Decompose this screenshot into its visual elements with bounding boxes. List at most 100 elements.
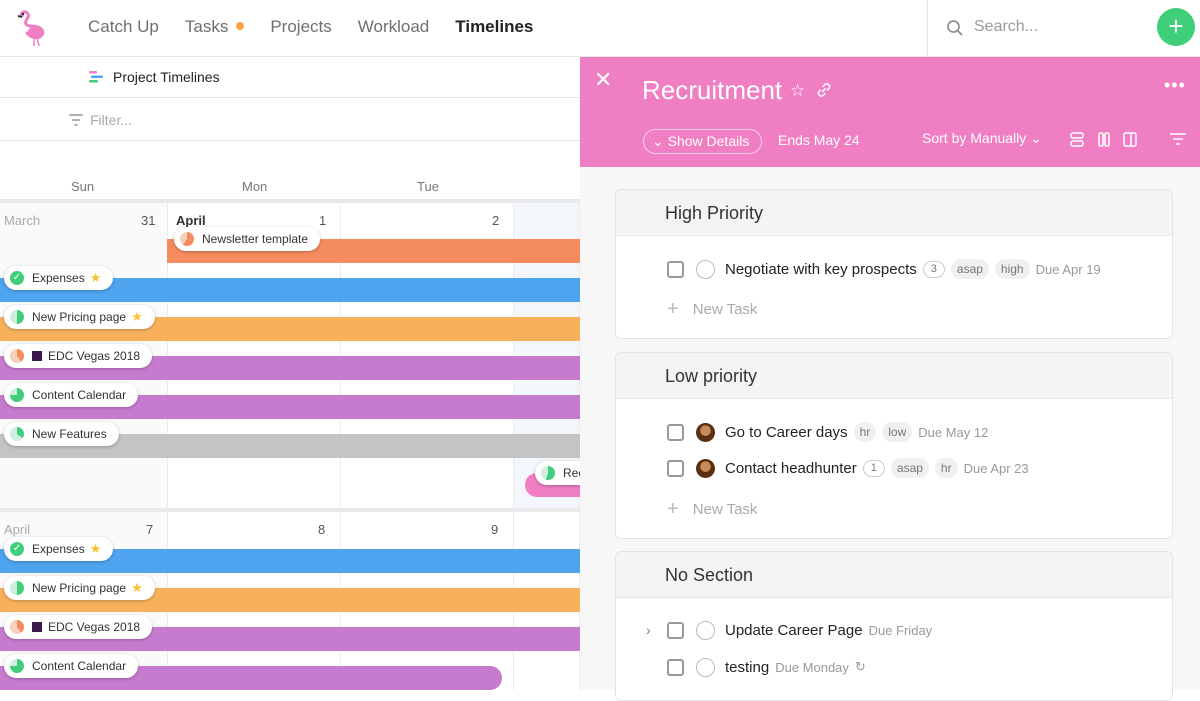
item-label: Newsletter template — [202, 232, 309, 246]
progress-icon — [180, 232, 194, 246]
due-date[interactable]: Due Monday — [775, 660, 849, 675]
view-toggle-icons[interactable] — [1070, 131, 1190, 149]
task-row[interactable]: Go to Career days hr low Due May 12 — [616, 417, 1172, 447]
due-date[interactable]: Due May 12 — [918, 425, 988, 440]
assignee-placeholder-icon[interactable] — [696, 620, 715, 640]
task-name[interactable]: testing — [725, 659, 769, 676]
link-icon[interactable] — [816, 82, 832, 98]
timeline-item-expenses[interactable]: ✓ Expenses ★ — [4, 537, 114, 561]
top-bar: Catch Up Tasks Projects Workload Timelin… — [0, 0, 1200, 57]
progress-icon — [541, 466, 555, 480]
filter-icon — [69, 114, 83, 126]
progress-icon — [10, 620, 24, 634]
tab-projects[interactable]: Projects — [270, 17, 331, 37]
tab-tasks-label: Tasks — [184, 17, 229, 36]
task-content: Go to Career days hr low Due May 12 — [725, 422, 988, 442]
tag[interactable]: asap — [950, 259, 989, 279]
tag[interactable]: high — [994, 259, 1030, 279]
event-badge-icon — [32, 351, 42, 361]
star-outline-icon[interactable]: ☆ — [790, 81, 805, 101]
item-label: New Pricing page — [32, 581, 127, 595]
filter-bar[interactable]: Filter... — [0, 98, 580, 141]
avatar[interactable] — [696, 458, 715, 478]
due-date[interactable]: Due Apr 19 — [1036, 262, 1101, 277]
tab-tasks[interactable]: Tasks — [184, 17, 245, 37]
timeline-item-recruitment[interactable]: Rec — [535, 461, 580, 485]
task-content: Contact headhunter 1 asap hr Due Apr 23 — [725, 458, 1029, 478]
flamingo-logo-icon[interactable] — [12, 8, 52, 48]
timeline-item-edc[interactable]: EDC Vegas 2018 — [4, 615, 153, 639]
new-task-button[interactable]: + New Task — [667, 498, 757, 521]
task-checkbox[interactable] — [667, 423, 684, 441]
task-checkbox[interactable] — [667, 260, 684, 278]
tag[interactable]: hr — [853, 422, 877, 442]
assignee-placeholder-icon[interactable] — [696, 259, 715, 279]
item-label: Content Calendar — [32, 388, 127, 402]
section-low-priority: Low priority Go to Career days hr low Du… — [615, 352, 1173, 539]
week-row-2: April 7 8 9 ✓ Expenses ★ New Pricing pag… — [0, 508, 580, 690]
item-label: Rec — [563, 466, 580, 480]
search-input[interactable]: Search... — [974, 18, 1038, 36]
timeline-item-newsletter[interactable]: Newsletter template — [174, 227, 321, 251]
timeline-item-content[interactable]: Content Calendar — [4, 383, 139, 407]
more-options-icon[interactable]: ••• — [1164, 75, 1186, 96]
task-row[interactable]: › Update Career Page Due Friday — [616, 615, 1172, 645]
avatar[interactable] — [696, 422, 715, 442]
timeline-item-pricing[interactable]: New Pricing page ★ — [4, 576, 155, 600]
task-name[interactable]: Negotiate with key prospects — [725, 261, 917, 278]
tag[interactable]: asap — [890, 458, 929, 478]
star-icon: ★ — [89, 541, 102, 556]
task-name[interactable]: Update Career Page — [725, 622, 863, 639]
timeline-item-features[interactable]: New Features — [4, 422, 119, 446]
section-title[interactable]: No Section — [616, 552, 1172, 598]
progress-icon — [10, 388, 24, 402]
close-icon[interactable]: ✕ — [594, 67, 612, 93]
tab-workload[interactable]: Workload — [358, 17, 430, 37]
task-row[interactable]: Negotiate with key prospects 3 asap high… — [616, 254, 1172, 284]
filter-icon — [1170, 133, 1186, 145]
tab-timelines[interactable]: Timelines — [455, 17, 533, 37]
item-label: New Pricing page — [32, 310, 127, 324]
tag[interactable]: low — [882, 422, 913, 442]
timeline-item-pricing[interactable]: New Pricing page ★ — [4, 305, 155, 329]
timeline-item-edc[interactable]: EDC Vegas 2018 — [4, 344, 153, 368]
new-task-button[interactable]: + New Task — [667, 298, 757, 321]
task-row[interactable]: Contact headhunter 1 asap hr Due Apr 23 — [616, 453, 1172, 483]
section-high-priority: High Priority Negotiate with key prospec… — [615, 189, 1173, 339]
task-checkbox[interactable] — [667, 621, 684, 639]
subtask-count: 3 — [922, 260, 945, 278]
end-date[interactable]: Ends May 24 — [778, 132, 860, 148]
task-checkbox[interactable] — [667, 459, 684, 477]
tab-catch-up[interactable]: Catch Up — [88, 17, 159, 37]
star-icon: ★ — [89, 270, 102, 285]
add-button[interactable]: + — [1157, 8, 1195, 46]
panel-title[interactable]: Recruitment — [642, 75, 782, 106]
assignee-placeholder-icon[interactable] — [696, 657, 715, 677]
sort-dropdown[interactable]: Sort by Manually ⌄ — [922, 130, 1042, 147]
task-content: Update Career Page Due Friday — [725, 622, 932, 639]
task-checkbox[interactable] — [667, 658, 684, 676]
progress-icon — [10, 310, 24, 324]
task-row[interactable]: testing Due Monday ↻ — [616, 652, 1172, 682]
filter-input[interactable]: Filter... — [90, 112, 132, 128]
month-label: April — [4, 522, 31, 537]
task-name[interactable]: Go to Career days — [725, 424, 848, 441]
project-detail-panel: ✕ Recruitment ☆ ••• ⌄ Show Details Ends … — [580, 57, 1200, 701]
show-details-button[interactable]: ⌄ Show Details — [643, 129, 763, 154]
timeline-item-expenses[interactable]: ✓ Expenses ★ — [4, 266, 114, 290]
task-name[interactable]: Contact headhunter — [725, 460, 857, 477]
day-header-mon: Mon — [242, 179, 268, 194]
progress-icon — [10, 427, 24, 441]
main-nav: Catch Up Tasks Projects Workload Timelin… — [88, 17, 533, 37]
section-title[interactable]: High Priority — [616, 190, 1172, 236]
chevron-right-icon[interactable]: › — [646, 622, 651, 638]
section-title[interactable]: Low priority — [616, 353, 1172, 399]
show-details-label: Show Details — [667, 133, 750, 149]
star-icon: ★ — [131, 580, 143, 595]
day-number: 1 — [319, 213, 327, 228]
due-date[interactable]: Due Friday — [869, 623, 933, 638]
day-number: 7 — [146, 522, 154, 537]
timeline-item-content[interactable]: Content Calendar — [4, 654, 139, 678]
due-date[interactable]: Due Apr 23 — [964, 461, 1029, 476]
tag[interactable]: hr — [934, 458, 958, 478]
